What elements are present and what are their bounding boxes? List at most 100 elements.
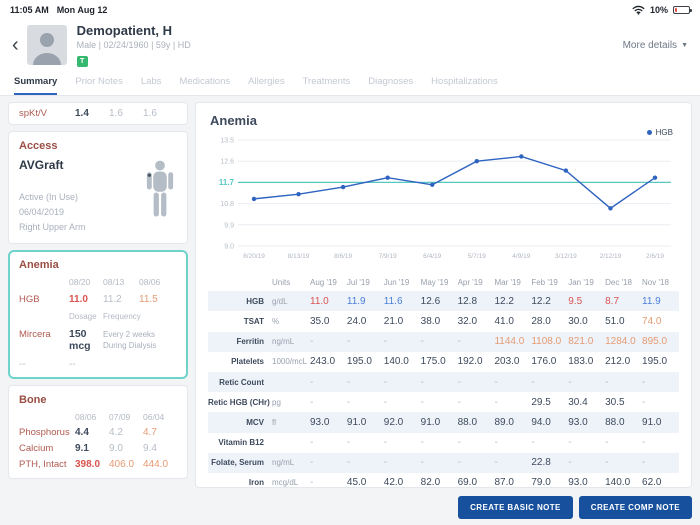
access-panel[interactable]: Access AVGraft Active (In Use) 06/04/201…	[8, 131, 188, 244]
row-unit: pg	[272, 397, 281, 407]
lab-row-retic-count: Retic Count - - - - - - - - - -	[208, 371, 679, 393]
hgb-legend-label: HGB	[655, 128, 673, 137]
hgb-data-point	[430, 182, 435, 187]
month-column-header: Jul '19	[346, 277, 370, 287]
y-tick-label: 10.8	[220, 201, 234, 208]
lab-value: -	[568, 376, 572, 388]
hgb-data-point	[340, 184, 346, 190]
lab-value: -	[457, 396, 461, 408]
lab-row-label: HGB	[19, 293, 40, 305]
anemia-detail-panel: Anemia HGB 9.0 9.9 10.8 11.7 12.6 13.5 8/20/19…	[195, 102, 692, 488]
lab-value: 12.6	[420, 295, 441, 307]
anemia-panel-title: Anemia	[19, 258, 59, 271]
tab-prior-notes[interactable]: Prior Notes	[75, 70, 123, 95]
row-unit: 1000/mcL	[272, 357, 308, 367]
lab-value: 12.2	[494, 295, 514, 307]
lab-value: -	[494, 457, 498, 469]
body-figure-icon	[146, 160, 174, 217]
month-column-header: Jan '19	[568, 277, 594, 287]
lab-value: 1.6	[143, 108, 157, 119]
x-tick-label: 5/7/19	[468, 253, 486, 260]
reference-label: 11.7	[219, 178, 235, 187]
result-date: 06/04	[143, 411, 165, 422]
tab-hospitalizations[interactable]: Hospitalizations	[431, 70, 498, 95]
row-unit: ng/mL	[272, 458, 295, 468]
medication-frequency: Every 2 weeks During Dialysis	[103, 329, 157, 350]
month-column-header: Dec '18	[605, 277, 632, 287]
row-unit	[272, 433, 310, 453]
tab-allergies[interactable]: Allergies	[248, 70, 284, 95]
lab-value: 41.0	[494, 315, 514, 327]
lab-value: 93.0	[310, 416, 330, 428]
lab-row-label: PTH, Intact	[19, 458, 67, 470]
tab-labs[interactable]: Labs	[141, 70, 162, 95]
lab-value: -	[383, 437, 388, 449]
lab-value: 183.0	[568, 356, 594, 368]
x-tick-label: 8/6/19	[334, 253, 352, 260]
lab-value: -	[568, 457, 572, 469]
x-tick-label: 7/9/19	[379, 253, 397, 260]
back-chevron-icon[interactable]: ‹	[12, 35, 19, 55]
tab-treatments[interactable]: Treatments	[303, 70, 351, 95]
medication-name-empty: --	[19, 358, 26, 370]
dosage-column-header: Dosage	[69, 311, 97, 321]
battery-percent: 10%	[649, 5, 668, 15]
note-actions: CREATE BASIC NOTE CREATE COMP NOTE	[458, 496, 692, 519]
lab-value: -	[346, 396, 351, 408]
lab-value: 11.6	[383, 295, 403, 307]
lab-row-iron: Iron mcg/dL - 45.0 42.0 82.0 69.0 87.0 79.0 93.0 1…	[208, 473, 679, 488]
lab-row-tsat: TSAT% 35.0 24.0 21.0 38.0 32.0 41.0 28.0 30.0 51.…	[208, 311, 679, 331]
result-date: 08/13	[103, 276, 125, 287]
result-date: 08/06	[139, 276, 161, 287]
create-comp-note-button[interactable]: CREATE COMP NOTE	[578, 496, 692, 519]
create-basic-note-button[interactable]: CREATE BASIC NOTE	[458, 496, 573, 519]
lab-value: 11.5	[139, 293, 158, 305]
lab-value: 1144.0	[494, 336, 525, 348]
tab-bar: Summary Prior Notes Labs Medications All…	[0, 70, 700, 96]
lab-row-retic-hgb-chr: Retic HGB (CHr) pg - - - - - - 29.5 30.4 30.5 -	[208, 392, 679, 412]
lab-value: 94.0	[531, 416, 551, 428]
chevron-down-icon: ▼	[681, 41, 688, 49]
lab-value: -	[457, 336, 461, 348]
kinetics-panel[interactable]: spKt/V 1.4 1.6 1.6	[8, 102, 188, 125]
hgb-data-point	[519, 154, 524, 159]
status-date: Mon Aug 12	[56, 5, 108, 15]
row-label: MCV	[246, 417, 264, 427]
lab-value: -	[420, 396, 425, 408]
lab-value: 42.0	[383, 477, 404, 488]
lab-row-label: spKt/V	[19, 108, 47, 119]
tab-diagnoses[interactable]: Diagnoses	[368, 70, 413, 95]
lab-value: 51.0	[605, 315, 625, 327]
month-column-header: Jun '19	[383, 277, 410, 287]
row-label: Retic HGB (CHr)	[208, 397, 270, 407]
tab-medications[interactable]: Medications	[179, 70, 230, 95]
lab-row-ferritin: Ferritin ng/mL - - - - - 1144.0 1108.0 821.0 1284.…	[208, 331, 679, 352]
medication-name: Mircera	[19, 328, 51, 340]
lab-value: 91.0	[420, 416, 441, 428]
hgb-data-point	[474, 159, 479, 164]
bone-panel[interactable]: Bone 08/06 07/09 06/04 Phosphorus 4.4 4.…	[8, 384, 188, 479]
hgb-data-point	[608, 206, 613, 211]
lab-value: 175.0	[420, 356, 446, 368]
lab-value: -	[642, 396, 646, 408]
lab-value: -	[310, 457, 314, 469]
result-date: 08/06	[75, 411, 97, 422]
lab-value: 4.2	[109, 426, 123, 438]
status-bar: 11:05 AM Mon Aug 12 10%	[0, 0, 700, 20]
more-details-button[interactable]: More details ▼	[623, 40, 688, 51]
lab-value: 895.0	[642, 336, 668, 348]
lab-value: 87.0	[494, 477, 514, 488]
lab-value: 11.0	[310, 295, 329, 307]
row-label: Platelets	[231, 357, 264, 367]
units-column-header: Units	[272, 277, 291, 287]
lab-value: -	[310, 376, 314, 388]
lab-value: 35.0	[310, 315, 330, 327]
anemia-panel-selected[interactable]: Anemia 08/20 08/13 08/06 HGB 11.0 11.2 1…	[8, 249, 188, 379]
lab-value: -	[383, 336, 388, 348]
x-tick-label: 4/9/19	[512, 253, 530, 260]
tab-summary[interactable]: Summary	[14, 70, 58, 95]
lab-value: -	[642, 457, 646, 469]
lab-row-folate-serum: Folate, Serum ng/mL - - - - - - 22.8 - - -	[208, 452, 679, 473]
lab-value: 1108.0	[531, 336, 562, 348]
row-label: Folate, Serum	[211, 458, 264, 468]
